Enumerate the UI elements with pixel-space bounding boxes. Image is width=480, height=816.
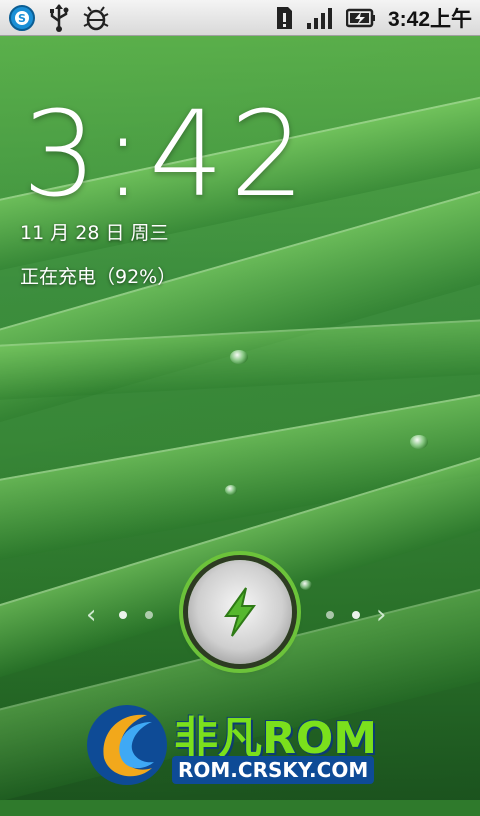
slider-dot <box>119 611 127 619</box>
status-bar: S 3:42上午 <box>0 0 480 36</box>
usb-icon <box>48 3 70 33</box>
slider-dot <box>145 611 153 619</box>
water-drop <box>410 435 428 449</box>
lockscreen-date: 11 月 28 日 周三 <box>20 222 169 244</box>
slider-dot <box>326 611 334 619</box>
battery-charging-icon <box>345 8 376 28</box>
charging-status: 正在充电（92%） <box>20 266 177 288</box>
debug-bug-icon <box>82 4 110 32</box>
chevron-left-icon: ‹ <box>86 600 97 630</box>
lightning-icon <box>220 586 260 638</box>
status-bar-notifications: S <box>8 3 110 33</box>
lockscreen-clock: 3:42 <box>22 85 311 223</box>
slider-dot <box>352 611 360 619</box>
unlock-slider[interactable]: ‹ › <box>0 560 480 670</box>
signal-icon <box>306 6 334 30</box>
unlock-handle[interactable] <box>188 560 292 664</box>
watermark-url: ROM.CRSKY.COM <box>172 756 375 784</box>
sd-card-alert-icon <box>274 6 294 30</box>
app-logo-icon: S <box>8 4 36 32</box>
rom-logo-icon <box>82 700 172 790</box>
water-drop <box>225 485 237 495</box>
svg-text:S: S <box>18 12 26 25</box>
status-bar-system: 3:42上午 <box>274 3 472 33</box>
status-bar-time: 3:42上午 <box>387 7 472 31</box>
water-drop <box>230 350 248 364</box>
rom-watermark: 非凡ROM ROM.CRSKY.COM <box>82 700 402 790</box>
chevron-right-icon: › <box>376 600 387 630</box>
